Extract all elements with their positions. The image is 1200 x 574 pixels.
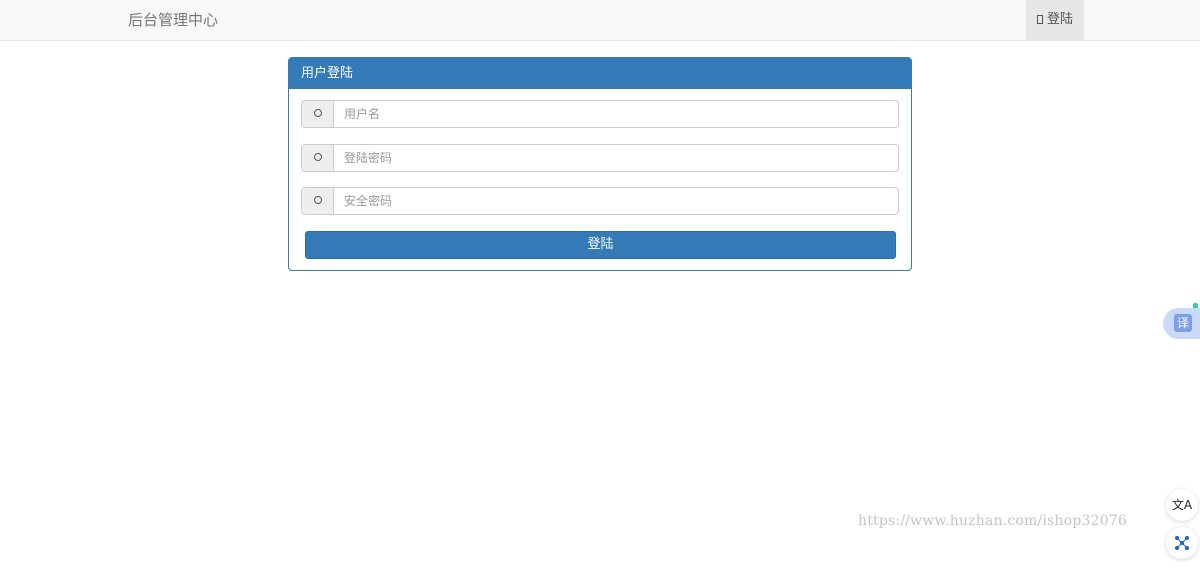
username-group xyxy=(301,100,899,128)
translate-glyph-icon: 文A xyxy=(1171,498,1193,512)
watermark-url: https://www.huzhan.com/ishop32076 xyxy=(858,513,1128,529)
lock-icon xyxy=(302,145,334,171)
security-password-group xyxy=(301,187,899,215)
nav-login-link[interactable]: 登陆 xyxy=(1026,0,1084,40)
float-network-button[interactable] xyxy=(1166,527,1198,559)
security-password-input[interactable] xyxy=(335,188,898,214)
login-icon xyxy=(1036,15,1043,24)
top-navbar: 后台管理中心 登陆 xyxy=(0,0,1200,41)
translate-icon: 译 xyxy=(1174,314,1192,332)
login-submit-button[interactable]: 登陆 xyxy=(305,231,896,259)
network-icon xyxy=(1175,536,1189,550)
nav-login-label: 登陆 xyxy=(1046,12,1073,27)
translate-side-tab[interactable]: 译 xyxy=(1163,308,1200,339)
username-input[interactable] xyxy=(335,101,898,127)
password-group xyxy=(301,144,899,172)
float-translate-button[interactable]: 文A xyxy=(1166,489,1198,521)
user-icon xyxy=(302,101,334,127)
password-input[interactable] xyxy=(335,145,898,171)
panel-title: 用户登陆 xyxy=(289,58,911,89)
brand-title[interactable]: 后台管理中心 xyxy=(128,0,218,40)
key-icon xyxy=(302,188,334,214)
login-panel: 用户登陆 登陆 xyxy=(288,57,912,271)
